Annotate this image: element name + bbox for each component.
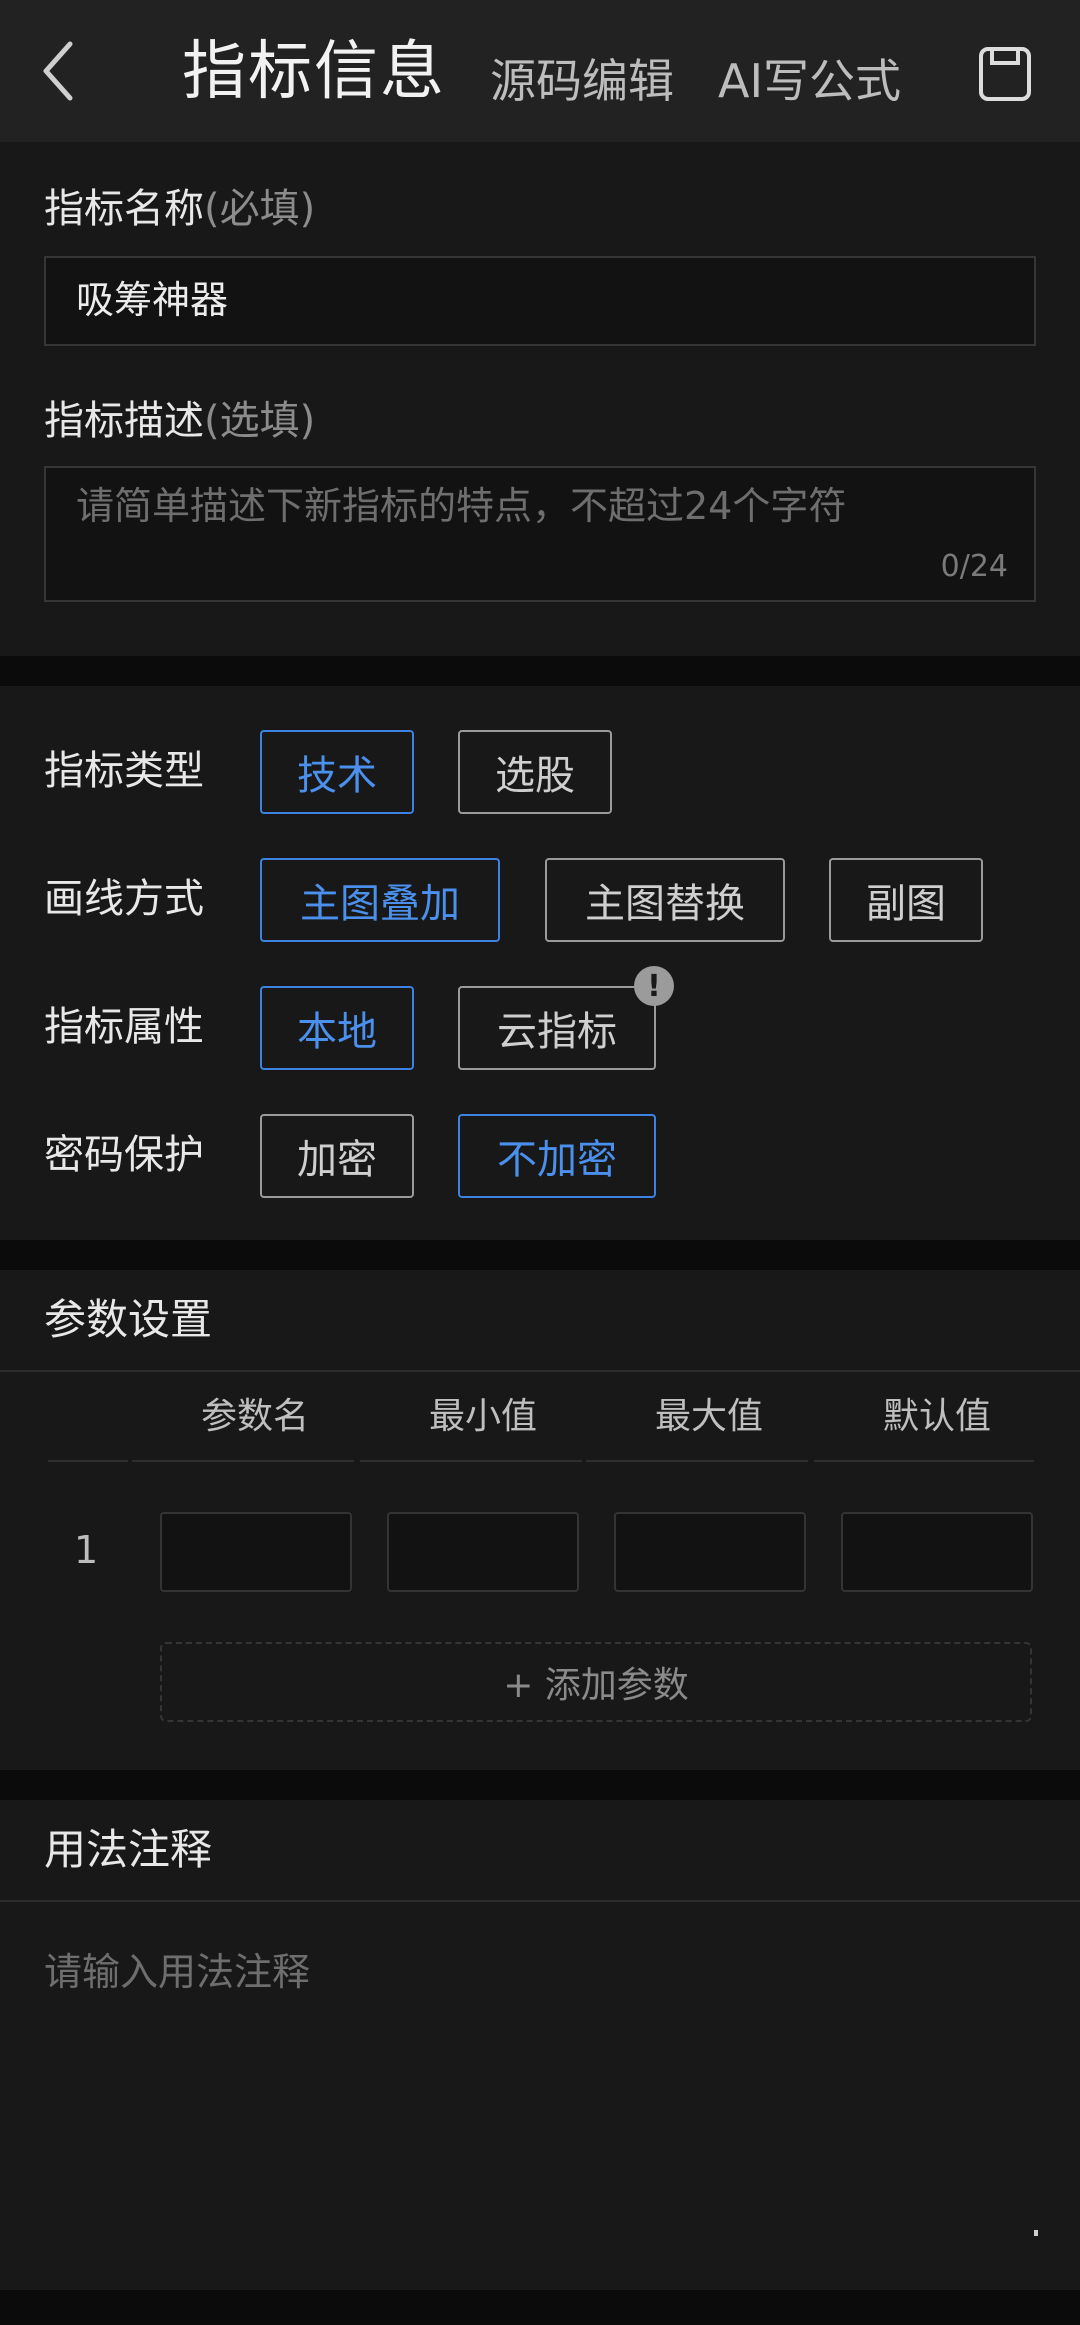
chevron-left-icon[interactable] bbox=[36, 38, 80, 104]
attr-label: 指标属性 bbox=[44, 1004, 204, 1050]
type-stock-option[interactable]: 选股 bbox=[458, 730, 612, 814]
desc-placeholder: 请简单描述下新指标的特点，不超过24个字符 bbox=[76, 484, 847, 528]
draw-sub-option[interactable]: 副图 bbox=[829, 858, 983, 942]
desc-label: 指标描述(选填) bbox=[44, 394, 315, 448]
param-name-underline bbox=[132, 1460, 354, 1462]
page-title: 指标信息 bbox=[182, 35, 446, 109]
top-bar: 指标信息 源码编辑 AI写公式 bbox=[0, 0, 1080, 142]
attr-cloud-option[interactable]: 云指标 bbox=[458, 986, 656, 1070]
draw-replace-option[interactable]: 主图替换 bbox=[545, 858, 785, 942]
params-divider bbox=[0, 1370, 1080, 1372]
add-param-button[interactable]: + 添加参数 bbox=[160, 1642, 1032, 1722]
param-default-input[interactable] bbox=[841, 1512, 1033, 1592]
max-value-header: 最大值 bbox=[654, 1396, 763, 1437]
param-name-header: 参数名 bbox=[200, 1396, 309, 1437]
name-input-value: 吸筹神器 bbox=[76, 278, 229, 322]
param-name-input[interactable] bbox=[160, 1512, 352, 1592]
param-row-index: 1 bbox=[74, 1528, 99, 1572]
tab-source-edit[interactable]: 源码编辑 bbox=[490, 50, 674, 112]
type-label: 指标类型 bbox=[44, 748, 204, 794]
param-min-input[interactable] bbox=[387, 1512, 579, 1592]
info-alert-icon[interactable]: ! bbox=[634, 966, 674, 1006]
notes-divider bbox=[0, 1900, 1080, 1902]
default-value-underline bbox=[814, 1460, 1034, 1462]
min-value-header: 最小值 bbox=[428, 1396, 537, 1437]
params-title: 参数设置 bbox=[44, 1295, 213, 1344]
pwd-label: 密码保护 bbox=[44, 1132, 204, 1178]
min-value-underline bbox=[360, 1460, 582, 1462]
basic-info-section: 指标名称(必填) 吸筹神器 指标描述(选填) 请简单描述下新指标的特点，不超过2… bbox=[0, 142, 1080, 656]
desc-input[interactable]: 请简单描述下新指标的特点，不超过24个字符 0/24 bbox=[44, 466, 1036, 602]
attr-local-option[interactable]: 本地 bbox=[260, 986, 414, 1070]
default-value-header: 默认值 bbox=[882, 1396, 991, 1437]
draw-label: 画线方式 bbox=[44, 876, 204, 922]
tab-ai-formula[interactable]: AI写公式 bbox=[718, 50, 901, 112]
max-value-underline bbox=[586, 1460, 808, 1462]
desc-label-text: 指标描述 bbox=[44, 398, 204, 444]
index-col-underline bbox=[48, 1460, 128, 1462]
param-max-input[interactable] bbox=[614, 1512, 806, 1592]
notes-input[interactable]: 请输入用法注释 bbox=[44, 1946, 310, 1998]
pwd-none-option[interactable]: 不加密 bbox=[458, 1114, 656, 1198]
type-tech-option[interactable]: 技术 bbox=[260, 730, 414, 814]
notes-title: 用法注释 bbox=[44, 1825, 213, 1874]
pwd-encrypt-option[interactable]: 加密 bbox=[260, 1114, 414, 1198]
name-input[interactable]: 吸筹神器 bbox=[44, 256, 1036, 346]
save-icon[interactable] bbox=[978, 46, 1032, 102]
name-label-text: 指标名称 bbox=[44, 186, 204, 232]
name-label: 指标名称(必填) bbox=[44, 182, 315, 236]
desc-optional-hint: (选填) bbox=[204, 398, 316, 444]
desc-char-counter: 0/24 bbox=[940, 549, 1008, 584]
resize-handle bbox=[1034, 2230, 1038, 2236]
draw-overlay-option[interactable]: 主图叠加 bbox=[260, 858, 500, 942]
name-required-hint: (必填) bbox=[204, 186, 316, 232]
